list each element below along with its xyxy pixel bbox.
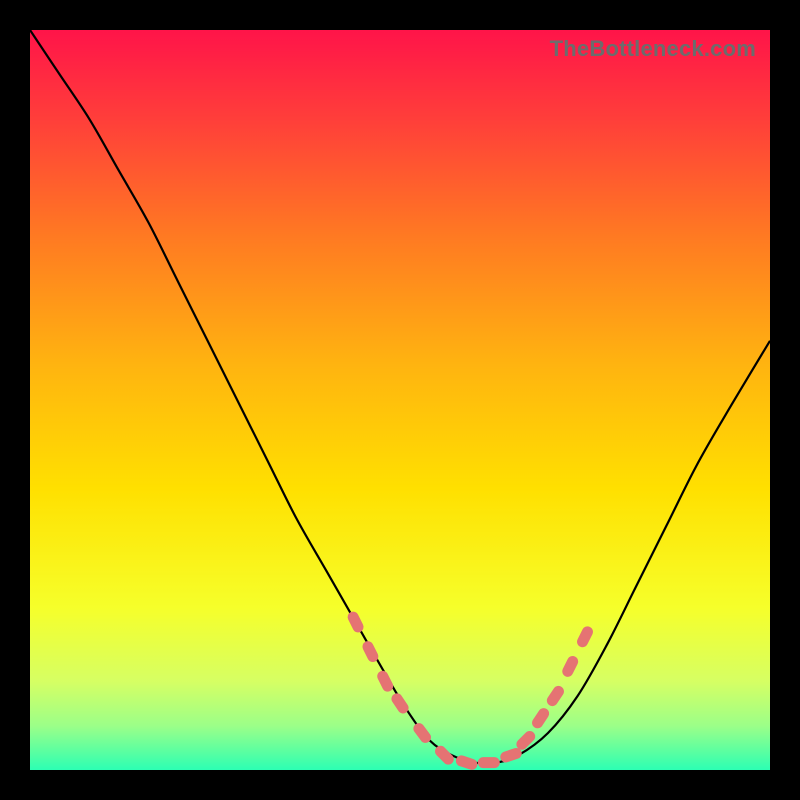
gradient-panel [30,30,770,770]
plot-frame: TheBottleneck.com [30,30,770,770]
marker-dot [478,757,500,768]
bottleneck-chart [30,30,770,770]
